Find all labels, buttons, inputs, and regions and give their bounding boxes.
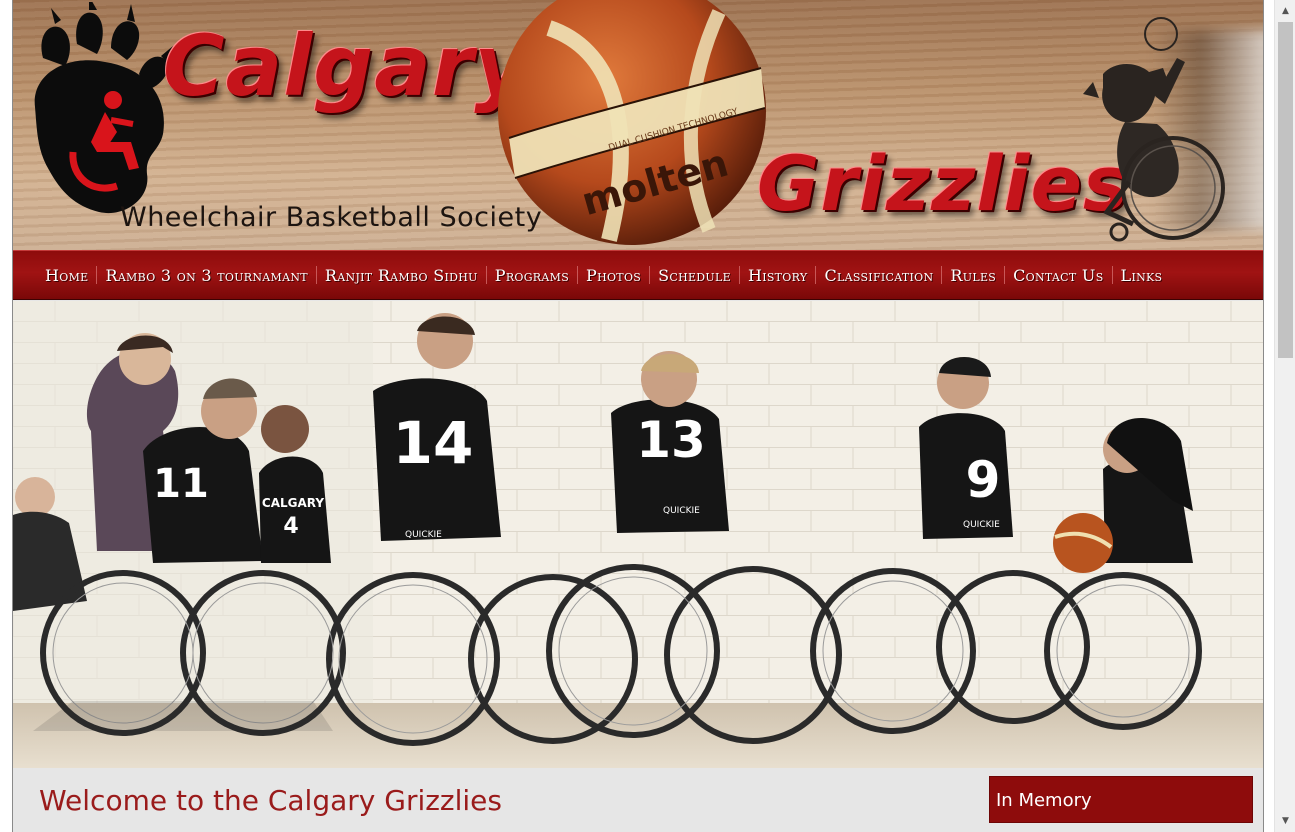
brand-calgary-text: Calgary: [163, 17, 531, 115]
scroll-down-arrow-icon[interactable]: ▼: [1275, 810, 1295, 832]
nav-item-classification[interactable]: Classification: [816, 266, 941, 285]
brand-subtitle: Wheelchair Basketball Society: [120, 202, 543, 233]
nav-item-schedule[interactable]: Schedule: [650, 266, 739, 285]
nav-item-programs[interactable]: Programs: [487, 266, 577, 285]
scroll-up-arrow-icon[interactable]: ▲: [1275, 0, 1295, 22]
jersey-text: CALGARY: [262, 496, 324, 510]
nav-separator: [1111, 266, 1113, 284]
nav-item-photos[interactable]: Photos: [578, 266, 649, 285]
nav-item-ranjit-rambo-sidhu[interactable]: Ranjit Rambo Sidhu: [317, 266, 486, 285]
nav-separator: [96, 266, 98, 284]
nav-item-history[interactable]: History: [740, 266, 816, 285]
scrollbar-thumb[interactable]: [1278, 22, 1293, 358]
jersey-number: 14: [393, 409, 474, 477]
nav-item-home[interactable]: Home: [37, 266, 96, 285]
chair-brand-text: QUICKIE: [963, 520, 1000, 530]
header-banner: Calgary DUAL CUSHION TECHNOLOGY molten G…: [13, 0, 1263, 250]
jersey-number: 13: [636, 411, 706, 469]
main-navigation: Home Rambo 3 on 3 tournamant Ranjit Ramb…: [13, 250, 1263, 300]
jersey-number: 9: [966, 451, 1001, 509]
chair-brand-text: QUICKIE: [663, 506, 700, 516]
bear-wheelchair-icon: [1083, 17, 1225, 242]
vertical-scrollbar[interactable]: ▲ ▼: [1274, 0, 1295, 832]
hero-team-photo: 11 4 14 13 9 CALGARY QUICKIE QUICKIE QUI…: [13, 301, 1263, 768]
main-content: Welcome to the Calgary Grizzlies In Memo…: [13, 768, 1263, 832]
in-memory-box[interactable]: In Memory: [989, 776, 1253, 823]
nav-separator: [577, 266, 579, 284]
nav-separator: [315, 266, 317, 284]
jersey-number: 11: [153, 461, 209, 507]
paw-logo-icon: [34, 2, 173, 214]
hero-photo-illustration: 11 4 14 13 9 CALGARY QUICKIE QUICKIE QUI…: [13, 301, 1263, 768]
nav-item-rambo-tournament[interactable]: Rambo 3 on 3 tournamant: [97, 266, 315, 285]
nav-separator: [738, 266, 740, 284]
nav-separator: [649, 266, 651, 284]
nav-item-rules[interactable]: Rules: [942, 266, 1004, 285]
nav-separator: [815, 266, 817, 284]
chair-brand-text: QUICKIE: [405, 530, 442, 540]
nav-separator: [941, 266, 943, 284]
nav-item-contact-us[interactable]: Contact Us: [1005, 266, 1111, 285]
page-title: Welcome to the Calgary Grizzlies: [39, 784, 502, 817]
nav-separator: [485, 266, 487, 284]
nav-item-links[interactable]: Links: [1113, 266, 1171, 285]
page: Calgary DUAL CUSHION TECHNOLOGY molten G…: [12, 0, 1264, 832]
nav-separator: [1004, 266, 1006, 284]
jersey-number: 4: [283, 514, 298, 539]
